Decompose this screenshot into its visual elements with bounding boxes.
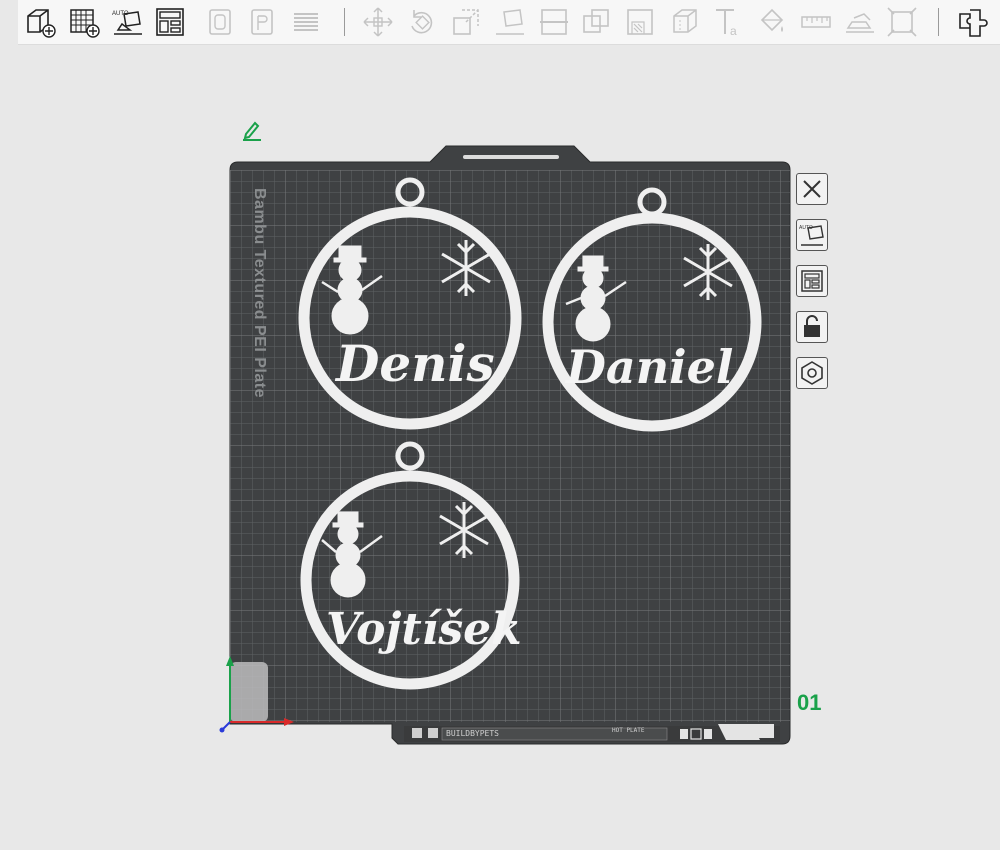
plate-settings-icon bbox=[801, 361, 823, 385]
ornament-name-denis: Denis bbox=[336, 334, 495, 393]
lock-plate-button[interactable] bbox=[796, 311, 828, 343]
plate-number: 01 bbox=[797, 690, 822, 715]
build-plate[interactable] bbox=[0, 0, 1000, 850]
lock-icon bbox=[804, 315, 820, 337]
auto-orient-plate-button[interactable]: AUTO bbox=[796, 219, 828, 251]
hot-plate-text: HOT PLATE bbox=[612, 727, 645, 734]
close-icon bbox=[803, 180, 821, 198]
plate-footer-text: BUILDBYPETS bbox=[446, 729, 499, 738]
plate-settings-button[interactable] bbox=[796, 357, 828, 389]
ornament-name-vojtisek: Vojtíšek bbox=[326, 604, 522, 655]
bed-type-label: Bambu Textured PEI Plate bbox=[251, 188, 268, 398]
ornament-name-daniel: Daniel bbox=[566, 340, 734, 394]
arrange-plate-button[interactable] bbox=[796, 265, 828, 297]
arrange-icon bbox=[801, 270, 823, 292]
auto-orient-icon: AUTO bbox=[799, 225, 824, 246]
close-plate-button[interactable] bbox=[796, 173, 828, 205]
